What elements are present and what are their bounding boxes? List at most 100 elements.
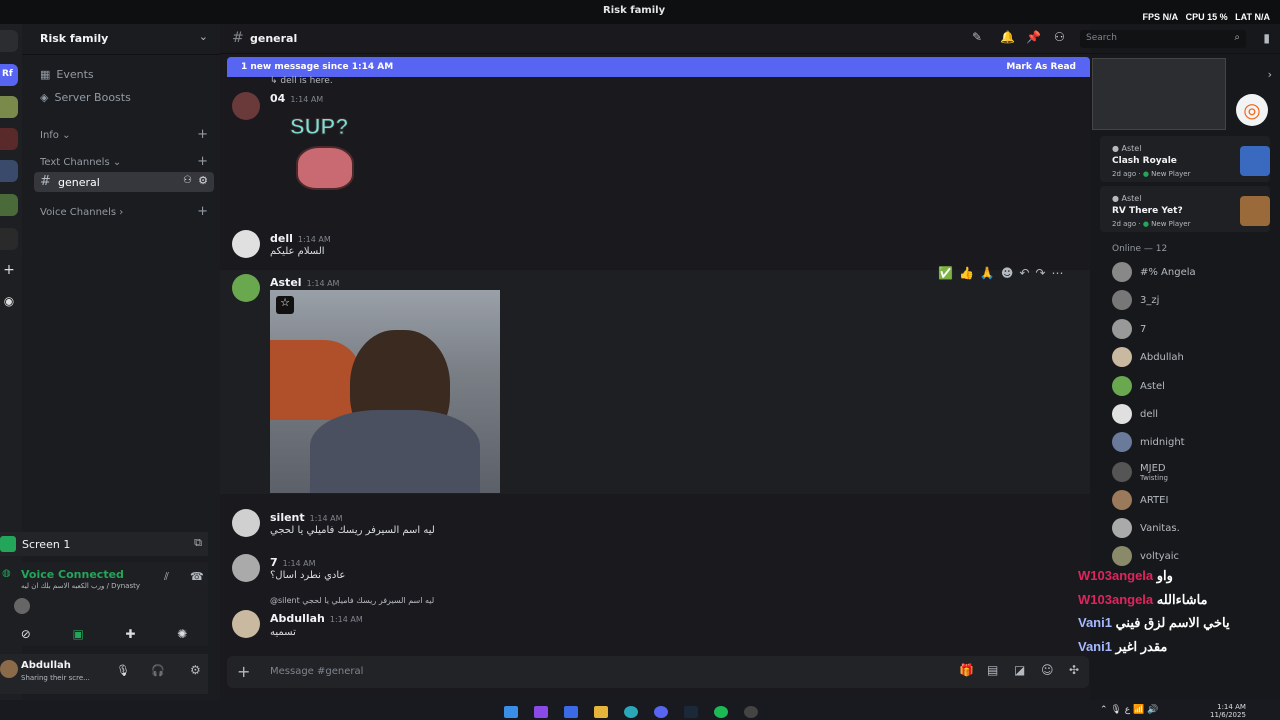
member-item[interactable]: Astel bbox=[1112, 374, 1165, 398]
member-item[interactable]: ARTEI bbox=[1112, 488, 1168, 512]
noise-suppression-icon[interactable]: ⫽ bbox=[164, 570, 169, 584]
member-item[interactable]: Vanitas. bbox=[1112, 516, 1180, 540]
discord-home-icon[interactable] bbox=[0, 30, 18, 52]
sticker-icon[interactable]: ◪ bbox=[1014, 663, 1025, 677]
avatar[interactable] bbox=[232, 509, 260, 537]
server-icon[interactable] bbox=[0, 194, 18, 216]
screen-share-panel[interactable]: Screen 1 ⧉ bbox=[0, 532, 208, 556]
check-reaction-icon[interactable]: ✅ bbox=[938, 266, 953, 280]
chevron-right-icon[interactable]: › bbox=[1268, 68, 1272, 81]
server-name[interactable]: Risk family bbox=[40, 32, 108, 45]
thumbs-up-icon[interactable]: 👍 bbox=[959, 266, 974, 280]
discover-icon[interactable]: ◉ bbox=[0, 294, 18, 316]
member-item[interactable]: 3_zj bbox=[1112, 288, 1159, 312]
avatar bbox=[1112, 546, 1132, 566]
avatar[interactable] bbox=[232, 92, 260, 120]
avatar[interactable] bbox=[0, 660, 18, 678]
member-item[interactable]: MJED Twisting bbox=[1112, 458, 1168, 486]
member-item[interactable]: midnight bbox=[1112, 430, 1185, 454]
add-channel-icon[interactable]: + bbox=[197, 204, 208, 219]
microphone-icon[interactable]: 🎙 bbox=[116, 664, 130, 677]
avatar[interactable] bbox=[232, 274, 260, 302]
tray-icons[interactable]: ⌃ 🎙 ع 📶 🔊 bbox=[1100, 705, 1158, 715]
search-input[interactable]: Search ⌕ bbox=[1080, 30, 1246, 48]
activities-icon[interactable]: ✚ bbox=[125, 627, 135, 641]
rv-there-yet-icon bbox=[1240, 196, 1270, 226]
author-name[interactable]: 04 bbox=[270, 92, 285, 105]
category-voice-channels[interactable]: Voice Channels › bbox=[40, 207, 123, 218]
discord-icon[interactable] bbox=[654, 706, 668, 718]
activity-card[interactable]: ● Astel RV There Yet? 2d ago · ● New Pla… bbox=[1100, 186, 1270, 232]
new-messages-banner[interactable]: 1 new message since 1:14 AM Mark As Read bbox=[227, 57, 1090, 77]
member-item[interactable]: #% Angela bbox=[1112, 260, 1196, 284]
popout-icon[interactable]: ⧉ bbox=[194, 536, 202, 550]
gear-icon[interactable]: ⚙ bbox=[198, 174, 208, 187]
emoji-icon[interactable]: ☺ bbox=[1041, 663, 1054, 677]
server-icon[interactable] bbox=[0, 228, 18, 250]
attached-video[interactable]: ☆ bbox=[270, 290, 500, 493]
soundboard-icon[interactable]: ✺ bbox=[177, 627, 187, 641]
apps-icon[interactable]: ✣ bbox=[1069, 663, 1079, 677]
steam-icon[interactable] bbox=[684, 706, 698, 718]
pin-icon[interactable]: 📌 bbox=[1026, 30, 1041, 44]
gift-icon[interactable]: 🎁 bbox=[959, 663, 974, 677]
add-channel-icon[interactable]: + bbox=[197, 154, 208, 169]
server-icon[interactable] bbox=[0, 160, 18, 182]
app-icon[interactable] bbox=[744, 706, 758, 718]
folder-icon[interactable] bbox=[594, 706, 608, 718]
headphones-icon[interactable]: 🎧 bbox=[151, 664, 165, 677]
screen-share-icon bbox=[0, 536, 16, 552]
reply-preview[interactable]: ↳ dell is here. bbox=[270, 76, 333, 86]
avatar[interactable] bbox=[232, 230, 260, 258]
sticker[interactable]: SUP? bbox=[284, 114, 374, 210]
inbox-icon[interactable]: ▮ bbox=[1263, 31, 1270, 45]
category-info[interactable]: Info ⌄ bbox=[40, 130, 71, 141]
server-icon-risk-family[interactable]: Rf bbox=[0, 64, 18, 86]
overwatch-icon[interactable]: ◎ bbox=[1236, 94, 1268, 126]
avatar[interactable] bbox=[232, 554, 260, 582]
message-input[interactable]: Message #general bbox=[270, 666, 363, 677]
threads-icon[interactable]: ✎ bbox=[972, 30, 982, 44]
invite-icon[interactable]: ⚇ bbox=[183, 175, 192, 186]
store-icon[interactable] bbox=[564, 706, 578, 718]
add-server-icon[interactable]: + bbox=[0, 262, 18, 284]
add-reaction-icon[interactable]: ☻ bbox=[1001, 266, 1014, 280]
forward-icon[interactable]: ↷ bbox=[1035, 266, 1045, 280]
sidebar-item-boosts[interactable]: ◈ Server Boosts bbox=[40, 91, 131, 104]
camera-off-icon[interactable]: ⊘ bbox=[21, 627, 31, 641]
chevron-down-icon[interactable]: ⌄ bbox=[199, 30, 208, 43]
sidebar-item-events[interactable]: ▦ Events bbox=[40, 68, 94, 81]
disconnect-icon[interactable]: ☎ bbox=[190, 570, 204, 583]
channel-general[interactable]: # general ⚇ ⚙ bbox=[34, 172, 214, 192]
bell-icon[interactable]: 🔔 bbox=[1000, 30, 1015, 44]
member-item[interactable]: voltyaic bbox=[1112, 544, 1179, 568]
spotify-icon[interactable] bbox=[714, 706, 728, 718]
avatar bbox=[1112, 432, 1132, 452]
category-text-channels[interactable]: Text Channels ⌄ bbox=[40, 157, 121, 168]
member-item[interactable]: dell bbox=[1112, 402, 1158, 426]
gear-icon[interactable]: ⚙ bbox=[190, 663, 201, 677]
screen-share-button-icon[interactable]: ▣ bbox=[72, 627, 83, 641]
start-icon[interactable] bbox=[504, 706, 518, 718]
server-icon[interactable] bbox=[0, 96, 18, 118]
gif-icon[interactable]: ▤ bbox=[987, 663, 998, 677]
reply-preview[interactable]: @silent ليه اسم السيرفر ريسك فاميلي يا ل… bbox=[270, 596, 434, 605]
members-icon[interactable]: ⚇ bbox=[1054, 30, 1065, 44]
upload-plus-icon[interactable]: + bbox=[237, 662, 250, 681]
more-icon[interactable]: ⋯ bbox=[1052, 266, 1064, 280]
mark-as-read-button[interactable]: Mark As Read bbox=[1006, 62, 1076, 72]
member-item[interactable]: Abdullah bbox=[1112, 345, 1184, 369]
signal-icon[interactable]: ◍ bbox=[2, 568, 11, 579]
member-item[interactable]: 7 bbox=[1112, 317, 1146, 341]
clock[interactable]: 1:14 AM 11/6/2025 bbox=[1210, 703, 1246, 719]
server-icon[interactable] bbox=[0, 128, 18, 150]
pray-icon[interactable]: 🙏 bbox=[980, 266, 995, 280]
add-channel-icon[interactable]: + bbox=[197, 127, 208, 142]
copilot-icon[interactable] bbox=[534, 706, 548, 718]
stream-preview[interactable] bbox=[1092, 58, 1226, 130]
reply-icon[interactable]: ↶ bbox=[1019, 266, 1029, 280]
star-icon[interactable]: ☆ bbox=[276, 296, 294, 314]
avatar[interactable] bbox=[232, 610, 260, 638]
edge-icon[interactable] bbox=[624, 706, 638, 718]
activity-card[interactable]: ● Astel Clash Royale 2d ago · ● New Play… bbox=[1100, 136, 1270, 182]
